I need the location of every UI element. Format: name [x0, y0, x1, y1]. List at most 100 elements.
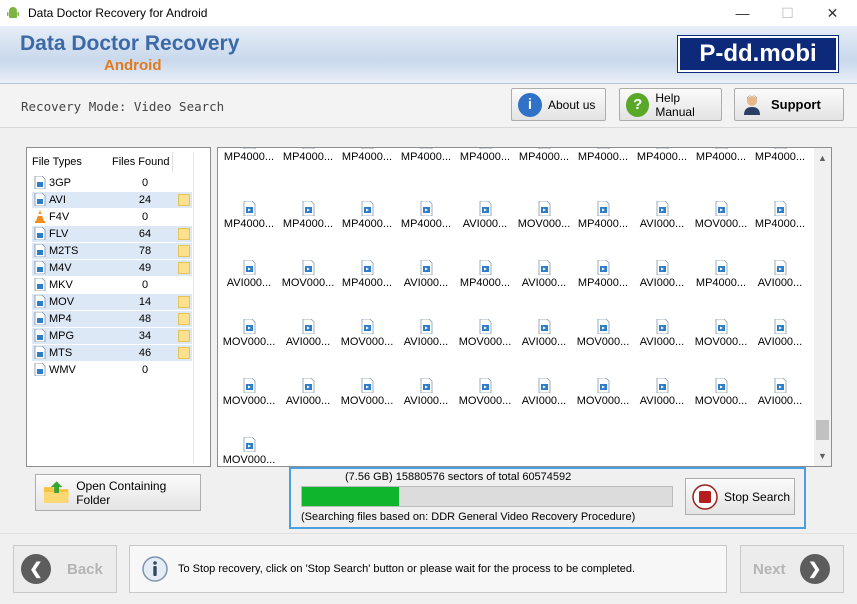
next-arrow-icon: ❯ [799, 554, 830, 584]
close-button[interactable]: ✕ [810, 0, 855, 26]
found-file-item[interactable]: MP4000... [575, 148, 631, 163]
found-file-item[interactable]: AVI000... [398, 319, 454, 348]
file-type-row[interactable]: MPG 34 [32, 328, 192, 344]
help-manual-button[interactable]: ? Help Manual [619, 88, 722, 121]
found-file-item[interactable]: AVI000... [752, 378, 808, 407]
folder-icon[interactable] [178, 262, 190, 274]
folder-icon[interactable] [178, 313, 190, 325]
found-file-name: MOV000... [222, 454, 276, 466]
found-file-item[interactable]: MOV000... [693, 201, 749, 230]
found-file-item[interactable]: MOV000... [221, 378, 277, 407]
found-file-item[interactable]: AVI000... [752, 319, 808, 348]
brand-subtitle: Android [104, 57, 162, 74]
found-file-item[interactable]: MP4000... [457, 148, 513, 163]
found-file-item[interactable]: MP4000... [339, 201, 395, 230]
found-file-item[interactable]: MP4000... [339, 148, 395, 163]
found-file-item[interactable]: AVI000... [280, 378, 336, 407]
folder-icon[interactable] [178, 194, 190, 206]
support-button[interactable]: Support [734, 88, 844, 121]
found-file-item[interactable]: MP4000... [575, 201, 631, 230]
found-file-item[interactable]: MP4000... [575, 260, 631, 289]
minimize-button[interactable]: — [720, 0, 765, 26]
file-type-row[interactable]: MTS 46 [32, 345, 192, 361]
found-file-item[interactable]: AVI000... [634, 260, 690, 289]
video-file-icon [361, 201, 373, 216]
file-type-row[interactable]: M4V 49 [32, 260, 192, 276]
video-file-icon [34, 278, 46, 291]
found-file-item[interactable]: MOV000... [575, 319, 631, 348]
found-file-item[interactable]: MP4000... [457, 260, 513, 289]
found-file-item[interactable]: AVI000... [516, 319, 572, 348]
found-file-item[interactable]: MOV000... [339, 378, 395, 407]
file-type-row[interactable]: FLV 64 [32, 226, 192, 242]
file-type-row[interactable]: M2TS 78 [32, 243, 192, 259]
found-file-item[interactable]: MP4000... [398, 148, 454, 163]
about-us-button[interactable]: i About us [511, 88, 606, 121]
found-file-item[interactable]: AVI000... [516, 378, 572, 407]
back-button[interactable]: ❮ Back [13, 545, 117, 593]
file-type-row[interactable]: 3GP 0 [32, 175, 192, 191]
found-file-item[interactable]: MOV000... [221, 319, 277, 348]
found-file-item[interactable]: MP4000... [634, 148, 690, 163]
found-file-item[interactable]: MP4000... [221, 201, 277, 230]
folder-icon[interactable] [178, 296, 190, 308]
found-file-item[interactable]: AVI000... [634, 319, 690, 348]
video-file-icon [538, 378, 550, 393]
found-file-item[interactable]: AVI000... [280, 319, 336, 348]
found-file-item[interactable]: MP4000... [398, 201, 454, 230]
scroll-down-icon[interactable]: ▼ [818, 451, 827, 461]
file-type-row[interactable]: WMV 0 [32, 362, 192, 378]
found-file-item[interactable]: MP4000... [280, 201, 336, 230]
found-file-item[interactable]: AVI000... [516, 260, 572, 289]
found-file-item[interactable]: MOV000... [280, 260, 336, 289]
files-scrollbar[interactable]: ▲ ▼ [814, 148, 831, 466]
next-button[interactable]: Next ❯ [740, 545, 844, 593]
found-file-item[interactable]: MOV000... [457, 319, 513, 348]
folder-icon[interactable] [178, 245, 190, 257]
found-file-item[interactable]: MOV000... [575, 378, 631, 407]
found-file-item[interactable]: MP4000... [516, 148, 572, 163]
stop-search-button[interactable]: Stop Search [685, 478, 795, 515]
folder-icon[interactable] [178, 228, 190, 240]
file-type-row[interactable]: MOV 14 [32, 294, 192, 310]
video-file-icon [715, 201, 727, 216]
found-file-item[interactable]: AVI000... [752, 260, 808, 289]
found-file-item[interactable]: MP4000... [693, 148, 749, 163]
found-file-item[interactable]: MOV000... [693, 378, 749, 407]
found-file-item[interactable]: MP4000... [752, 201, 808, 230]
found-file-item[interactable]: MOV000... [339, 319, 395, 348]
found-file-name: MP4000... [695, 277, 747, 289]
found-file-item[interactable]: AVI000... [398, 378, 454, 407]
site-logo[interactable]: P-dd.mobi [677, 35, 839, 73]
scrollbar-thumb[interactable] [816, 420, 829, 440]
file-type-row[interactable]: MKV 0 [32, 277, 192, 293]
found-file-item[interactable]: MP4000... [693, 260, 749, 289]
file-type-count: 46 [138, 347, 152, 359]
file-types-panel: File Types Files Found 3GP 0 AVI 24 F4V 0 FLV 6… [26, 147, 211, 467]
file-type-row[interactable]: AVI 24 [32, 192, 192, 208]
video-file-icon [479, 148, 491, 149]
found-file-item[interactable]: AVI000... [221, 260, 277, 289]
file-type-count: 24 [138, 194, 152, 206]
found-file-item[interactable]: MOV000... [221, 437, 277, 466]
folder-icon[interactable] [178, 330, 190, 342]
video-file-icon [361, 378, 373, 393]
found-file-item[interactable]: AVI000... [457, 201, 513, 230]
found-file-item[interactable]: AVI000... [634, 201, 690, 230]
open-containing-folder-button[interactable]: Open Containing Folder [35, 474, 201, 511]
found-file-item[interactable]: MP4000... [280, 148, 336, 163]
found-file-item[interactable]: MP4000... [752, 148, 808, 163]
found-file-item[interactable]: MOV000... [457, 378, 513, 407]
found-file-item[interactable]: MP4000... [221, 148, 277, 163]
found-file-item[interactable]: AVI000... [398, 260, 454, 289]
video-file-icon [34, 363, 46, 376]
maximize-button[interactable]: ☐ [765, 0, 810, 26]
file-type-row[interactable]: F4V 0 [32, 209, 192, 225]
found-file-item[interactable]: MOV000... [693, 319, 749, 348]
file-type-row[interactable]: MP4 48 [32, 311, 192, 327]
found-file-item[interactable]: MOV000... [516, 201, 572, 230]
found-file-item[interactable]: AVI000... [634, 378, 690, 407]
found-file-item[interactable]: MP4000... [339, 260, 395, 289]
scroll-up-icon[interactable]: ▲ [818, 153, 827, 163]
folder-icon[interactable] [178, 347, 190, 359]
